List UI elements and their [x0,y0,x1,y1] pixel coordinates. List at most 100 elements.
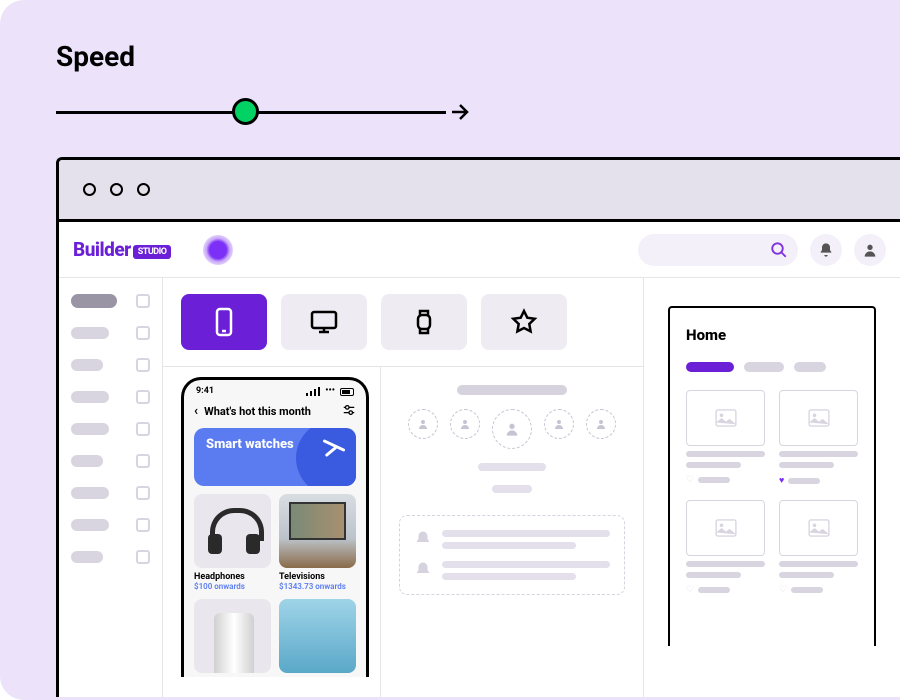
placeholder-line [457,385,567,395]
category-tab[interactable] [686,362,734,372]
heart-icon[interactable]: ♡ [779,585,787,595]
sidebar [59,278,163,697]
wireframe-users-block [399,385,625,493]
brand-badge: STUDIO [133,245,172,259]
device-tab-desktop[interactable] [281,294,367,350]
profile-button[interactable] [854,234,886,266]
list-item[interactable] [414,561,610,580]
watch-icon [412,307,436,337]
notifications-button[interactable] [810,234,842,266]
brand-name: Builder [73,238,131,261]
device-tabs [163,278,643,367]
sidebar-item[interactable] [67,518,154,532]
product-card[interactable] [279,599,356,677]
brand-orb-icon[interactable] [203,235,233,265]
desktop-icon [309,309,339,335]
page-container: Speed BuilderSTUDIO [0,0,900,700]
avatar-placeholder[interactable] [586,409,616,439]
device-tab-mobile[interactable] [181,294,267,350]
sidebar-item[interactable] [67,294,154,308]
grid-card[interactable]: ♡ [686,500,765,595]
product-name: Televisions [279,572,356,582]
search-input[interactable] [638,234,798,266]
star-icon [510,308,538,336]
sidebar-item[interactable] [67,454,154,468]
back-icon[interactable]: ‹ [194,404,198,419]
product-image [279,494,356,568]
bell-icon [414,530,432,548]
window-control-minimize[interactable] [110,183,123,196]
phone-time: 9:41 [196,386,214,396]
phone-header-title: What's hot this month [204,405,311,418]
phone-header: ‹ What's hot this month [184,398,366,428]
heart-icon[interactable]: ♥ [779,475,784,486]
phone-mockup: 9:41 ••• ‹ What's hot this mon [181,377,369,677]
home-preview-card: Home ♡ [668,306,876,646]
wireframe-list-block [399,515,625,595]
preview-row: 9:41 ••• ‹ What's hot this mon [163,367,643,697]
sidebar-item[interactable] [67,390,154,404]
window-titlebar [59,160,900,222]
avatar-placeholder[interactable] [544,409,574,439]
product-grid: Headphones $100 onwards Televisions $134… [184,494,366,677]
placeholder-line [492,485,532,493]
app-topbar: BuilderSTUDIO [59,222,900,278]
product-name: Headphones [194,572,271,582]
avatar-placeholder[interactable] [492,409,532,449]
app-window: BuilderSTUDIO [56,157,900,697]
search-icon [770,241,788,259]
device-tab-watch[interactable] [381,294,467,350]
avatar-row [408,409,616,449]
avatar-placeholder[interactable] [408,409,438,439]
speed-slider[interactable] [56,97,446,127]
product-image [279,599,356,673]
signal-icon: ••• [306,386,354,396]
product-price: $100 onwards [194,582,271,591]
device-tab-favorite[interactable] [481,294,567,350]
app-body: BuilderSTUDIO [59,222,900,697]
slider-thumb[interactable] [232,98,259,125]
image-placeholder-icon [686,500,765,556]
user-icon [862,242,878,258]
wireframe-column [381,367,643,697]
placeholder-line [478,463,546,471]
filter-icon[interactable] [342,403,356,420]
product-image [194,494,271,568]
product-price: $1343.73 onwards [279,582,356,591]
product-card[interactable]: Headphones $100 onwards [194,494,271,591]
product-image [194,599,271,673]
right-panel: Home ♡ [644,278,900,697]
section-title: Speed [56,40,900,73]
product-card[interactable] [194,599,271,677]
product-card[interactable]: Televisions $1343.73 onwards [279,494,356,591]
sidebar-item[interactable] [67,326,154,340]
image-placeholder-icon [779,390,858,446]
sidebar-item[interactable] [67,550,154,564]
image-placeholder-icon [686,390,765,446]
sidebar-item[interactable] [67,486,154,500]
category-tabs [686,362,858,372]
bell-icon [414,561,432,579]
promo-banner[interactable]: Smart watches [194,428,356,486]
heart-icon[interactable]: ♡ [686,585,694,595]
grid-card[interactable]: ♡ [686,390,765,486]
phone-preview-column: 9:41 ••• ‹ What's hot this mon [163,367,381,697]
avatar-placeholder[interactable] [450,409,480,439]
grid-card[interactable]: ♡ [779,500,858,595]
heart-icon[interactable]: ♡ [686,475,694,485]
center-panel: 9:41 ••• ‹ What's hot this mon [163,278,644,697]
phone-status-bar: 9:41 ••• [184,380,366,398]
category-tab[interactable] [794,362,826,372]
sidebar-item[interactable] [67,358,154,372]
list-item[interactable] [414,530,610,549]
brand-logo[interactable]: BuilderSTUDIO [73,238,171,261]
category-tab[interactable] [744,362,784,372]
grid-card[interactable]: ♥ [779,390,858,486]
mobile-icon [211,307,237,337]
bell-icon [818,242,834,258]
sidebar-item[interactable] [67,422,154,436]
home-title: Home [686,326,858,344]
window-control-close[interactable] [83,183,96,196]
window-control-maximize[interactable] [137,183,150,196]
main-columns: 9:41 ••• ‹ What's hot this mon [59,278,900,697]
